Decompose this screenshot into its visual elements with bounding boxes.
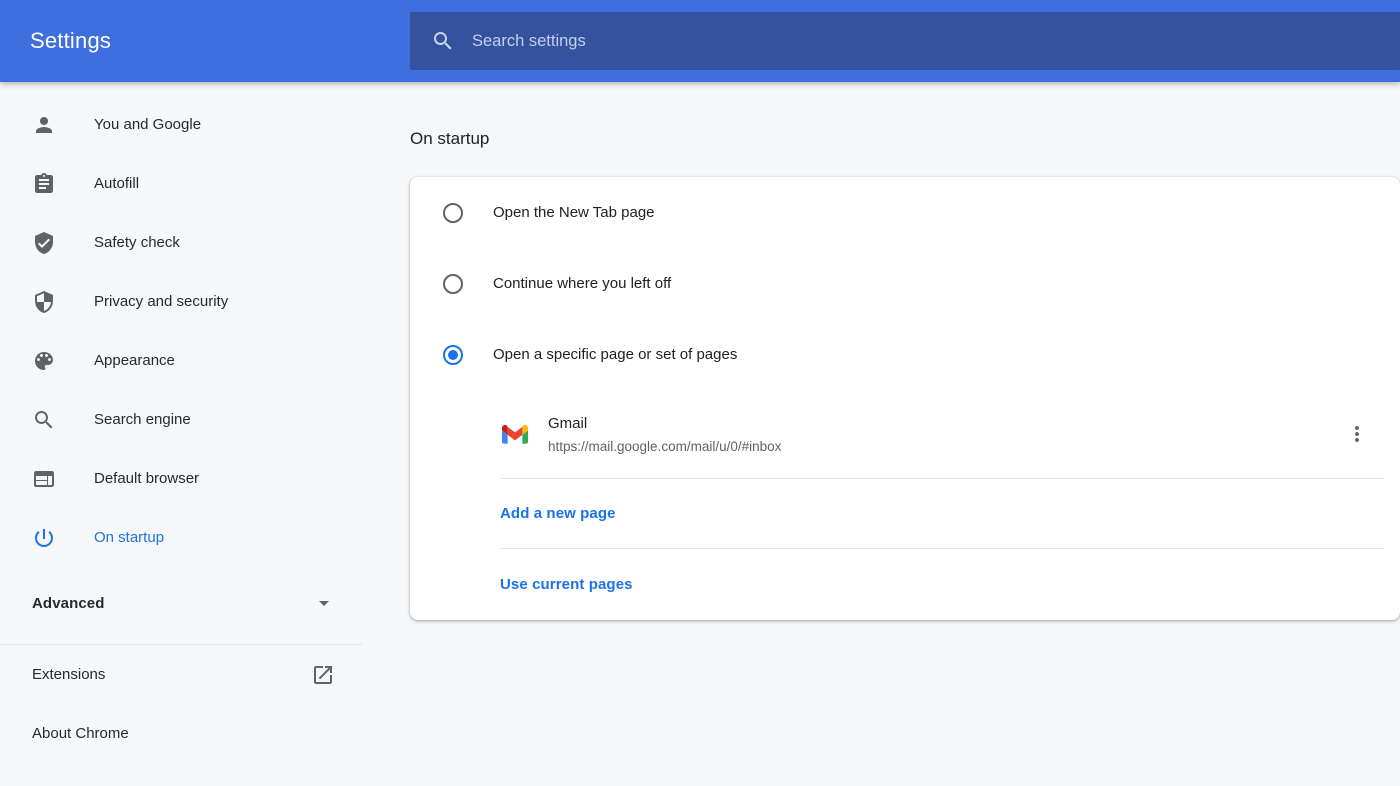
palette-icon [32,349,56,373]
option-label: Open the New Tab page [493,204,655,221]
add-new-page-link[interactable]: Add a new page [410,479,1400,548]
gmail-icon [502,424,528,444]
sidebar-item-label: Safety check [94,234,180,251]
sidebar-item-label: You and Google [94,116,202,133]
clipboard-icon [32,172,56,196]
advanced-expander[interactable]: Advanced [0,574,362,632]
radio-button[interactable] [443,273,463,294]
sidebar-item-label: On startup [94,529,165,546]
advanced-label: Advanced [32,594,105,612]
open-in-new-icon [311,663,335,687]
use-current-pages-link[interactable]: Use current pages [410,549,1400,620]
option-label: Open a specific page or set of pages [493,346,738,363]
option-continue-where-left-off[interactable]: Continue where you left off [410,248,1400,319]
settings-sidebar: You and Google Autofill Safety check Pri… [0,82,362,786]
radio-button[interactable] [443,202,463,223]
on-startup-card: Open the New Tab page Continue where you… [410,177,1400,620]
sidebar-item-default-browser[interactable]: Default browser [0,449,362,508]
sidebar-item-you-and-google[interactable]: You and Google [0,95,362,154]
section-title: On startup [410,129,490,148]
sidebar-item-label: Search engine [94,411,191,428]
add-new-page-label: Add a new page [500,505,616,522]
browser-window-icon [32,467,56,491]
settings-header: Settings [0,0,1400,82]
option-open-specific-pages[interactable]: Open a specific page or set of pages [410,319,1400,390]
radio-button-selected[interactable] [443,344,463,365]
more-vert-icon [1345,422,1369,446]
person-icon [32,113,56,137]
search-settings-field[interactable] [410,12,1400,70]
page-options-button[interactable] [1333,410,1381,458]
search-icon [431,29,455,53]
sidebar-item-label: Privacy and security [94,293,229,310]
search-input[interactable] [472,31,1066,51]
option-label: Continue where you left off [493,275,672,292]
sidebar-item-privacy-security[interactable]: Privacy and security [0,272,362,331]
sidebar-item-search-engine[interactable]: Search engine [0,390,362,449]
chevron-down-icon [312,591,336,615]
shield-half-icon [32,290,56,314]
startup-page-name: Gmail [548,414,588,432]
sidebar-item-appearance[interactable]: Appearance [0,331,362,390]
search-icon [32,408,56,432]
option-open-new-tab[interactable]: Open the New Tab page [410,177,1400,248]
sidebar-item-autofill[interactable]: Autofill [0,154,362,213]
use-current-pages-label: Use current pages [500,576,633,593]
startup-page-url: https://mail.google.com/mail/u/0/#inbox [548,438,782,454]
power-icon [32,526,56,550]
sidebar-item-label: Appearance [94,352,175,369]
sidebar-item-about-chrome[interactable]: About Chrome [0,704,362,763]
extensions-label: Extensions [32,666,106,683]
sidebar-item-extensions[interactable]: Extensions [0,645,362,704]
about-chrome-label: About Chrome [32,725,129,742]
sidebar-item-on-startup[interactable]: On startup [0,508,362,567]
page-title: Settings [30,28,112,53]
startup-page-row: Gmail https://mail.google.com/mail/u/0/#… [410,390,1400,478]
shield-check-icon [32,231,56,255]
sidebar-item-label: Autofill [94,175,140,192]
sidebar-item-safety-check[interactable]: Safety check [0,213,362,272]
sidebar-item-label: Default browser [94,470,200,487]
